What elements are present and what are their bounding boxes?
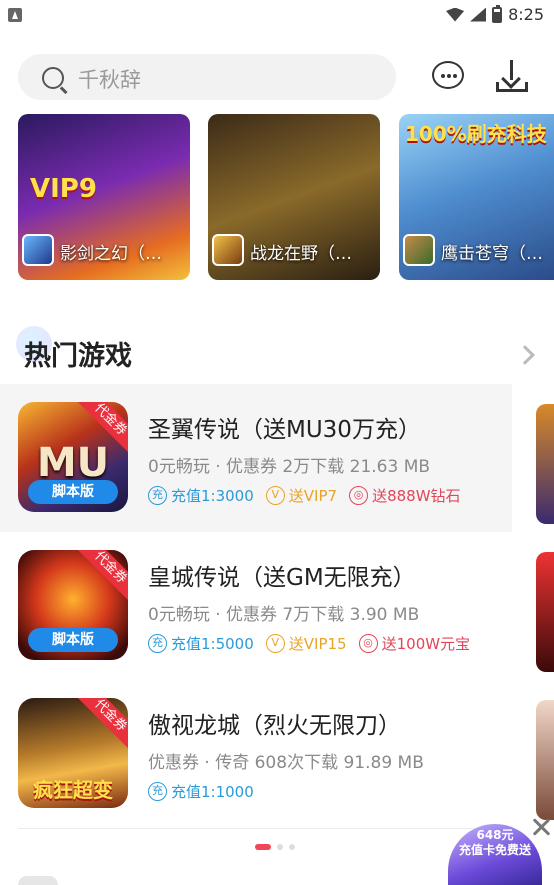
tag-text: 充值1:1000	[171, 783, 254, 801]
voucher-badge: 代金券	[74, 698, 128, 752]
next-section-preview	[18, 876, 58, 885]
next-column-preview[interactable]	[536, 404, 554, 524]
status-time: 8:25	[508, 5, 544, 24]
gift-icon: ◎	[358, 634, 378, 653]
banner-art: VIP9	[30, 174, 97, 204]
tag-recharge: 充充值1:5000	[148, 633, 254, 654]
banner-art: 100%刷充科技	[405, 122, 547, 146]
tag-recharge: 充充值1:3000	[148, 485, 254, 506]
wifi-icon	[446, 7, 465, 22]
search-icon	[42, 67, 64, 89]
banner-game-name: 影剑之幻（…	[60, 244, 162, 264]
game-tags: 充充值1:1000	[148, 781, 254, 802]
recharge-icon: 充	[148, 486, 167, 505]
gift-icon: ◎	[349, 486, 369, 505]
page-dot	[277, 844, 283, 850]
search-bar[interactable]: 千秋辞	[18, 54, 396, 100]
signal-icon	[470, 7, 487, 22]
status-bar: 8:25	[0, 0, 554, 34]
message-button[interactable]	[432, 61, 466, 91]
next-column-preview[interactable]	[536, 700, 554, 820]
game-title: 傲视龙城（烈火无限刀）	[148, 713, 401, 739]
game-title: 圣翼传说（送MU30万充）	[148, 417, 421, 443]
game-icon-art: 疯狂超变	[33, 778, 113, 802]
voucher-badge: 代金券	[74, 550, 128, 604]
tag-text: 充值1:3000	[171, 487, 254, 505]
tag-vip: V 送VIP7	[265, 485, 338, 506]
search-placeholder: 千秋辞	[78, 68, 141, 92]
tag-text: 送100W元宝	[381, 635, 471, 653]
download-button[interactable]	[496, 60, 528, 92]
game-tags: 充充值1:5000 V 送VIP15 ◎ 送100W元宝	[148, 633, 470, 654]
tag-gift: ◎ 送100W元宝	[358, 633, 471, 654]
banner-card[interactable]: 战龙在野（…	[208, 114, 380, 280]
tag-recharge: 充充值1:1000	[148, 781, 254, 802]
tag-gift: ◎ 送888W钻石	[349, 485, 461, 506]
banner-card[interactable]: 100%刷充科技 鹰击苍穹（…	[399, 114, 554, 280]
game-icon[interactable]: 代金券 脚本版	[18, 550, 128, 660]
game-icon[interactable]: MU 代金券 脚本版	[18, 402, 128, 512]
banner-card[interactable]: VIP9 影剑之幻（…	[18, 114, 190, 280]
recharge-icon: 充	[148, 634, 167, 653]
game-title: 皇城传说（送GM无限充）	[148, 565, 416, 591]
page-dot-active	[255, 844, 271, 850]
tag-text: 送888W钻石	[372, 487, 461, 505]
banner-game-icon	[22, 234, 54, 266]
next-column-preview[interactable]	[536, 552, 554, 672]
section-title: 热门游戏	[24, 341, 132, 372]
close-icon[interactable]	[530, 816, 552, 838]
banner-game-name: 战龙在野（…	[250, 244, 352, 264]
notification-icon	[8, 8, 22, 22]
message-icon	[432, 61, 464, 89]
tag-text: 充值1:5000	[171, 635, 254, 653]
divider	[18, 828, 512, 829]
tag-text: 送VIP15	[288, 635, 347, 653]
floating-promo-ad[interactable]: 648元 充值卡免费送	[448, 824, 542, 885]
vip-icon: V	[265, 634, 285, 653]
vip-icon: V	[265, 486, 285, 505]
tag-text: 送VIP7	[288, 487, 338, 505]
page-indicator	[255, 844, 295, 850]
tag-vip: V 送VIP15	[265, 633, 347, 654]
game-meta: 0元畅玩 · 优惠券 7万下载 3.90 MB	[148, 605, 420, 625]
status-icons: 8:25	[446, 4, 544, 24]
recharge-icon: 充	[148, 782, 167, 801]
battery-icon	[492, 4, 503, 23]
script-version-badge: 脚本版	[28, 480, 118, 504]
game-icon[interactable]: 疯狂超变 代金券	[18, 698, 128, 808]
game-tags: 充充值1:3000 V 送VIP7 ◎ 送888W钻石	[148, 485, 461, 506]
chevron-right-icon[interactable]	[515, 345, 535, 365]
page-dot	[289, 844, 295, 850]
game-meta: 0元畅玩 · 优惠券 2万下载 21.63 MB	[148, 457, 431, 477]
banner-game-name: 鹰击苍穹（…	[441, 244, 543, 264]
game-meta: 优惠券 · 传奇 608次下载 91.89 MB	[148, 753, 424, 773]
banner-game-icon	[403, 234, 435, 266]
promo-text: 648元 充值卡免费送	[458, 828, 531, 857]
script-version-badge: 脚本版	[28, 628, 118, 652]
banner-game-icon	[212, 234, 244, 266]
